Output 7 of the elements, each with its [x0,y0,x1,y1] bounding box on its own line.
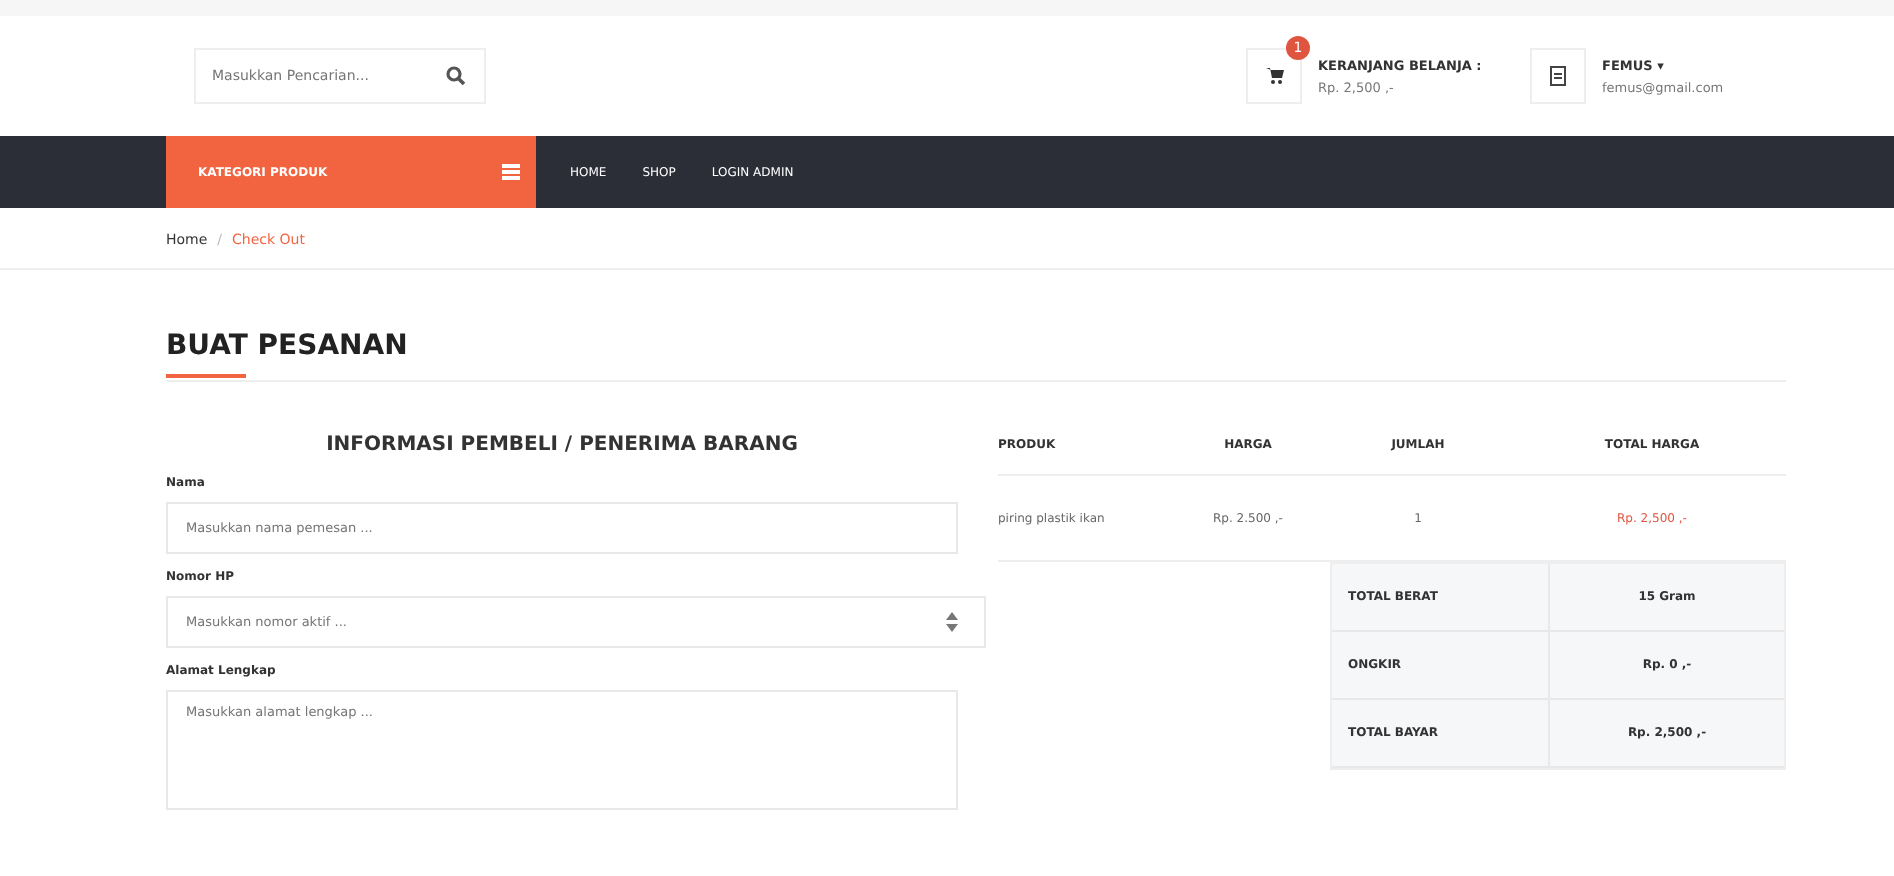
menu-icon [502,164,520,180]
page-title: BUAT PESANAN [166,330,410,362]
document-icon [1550,66,1566,86]
cart-button[interactable] [1246,48,1302,104]
cart-icon [1265,68,1283,84]
form-title: INFORMASI PEMBELI / PENERIMA BARANG [324,434,800,456]
user-button[interactable] [1530,48,1586,104]
